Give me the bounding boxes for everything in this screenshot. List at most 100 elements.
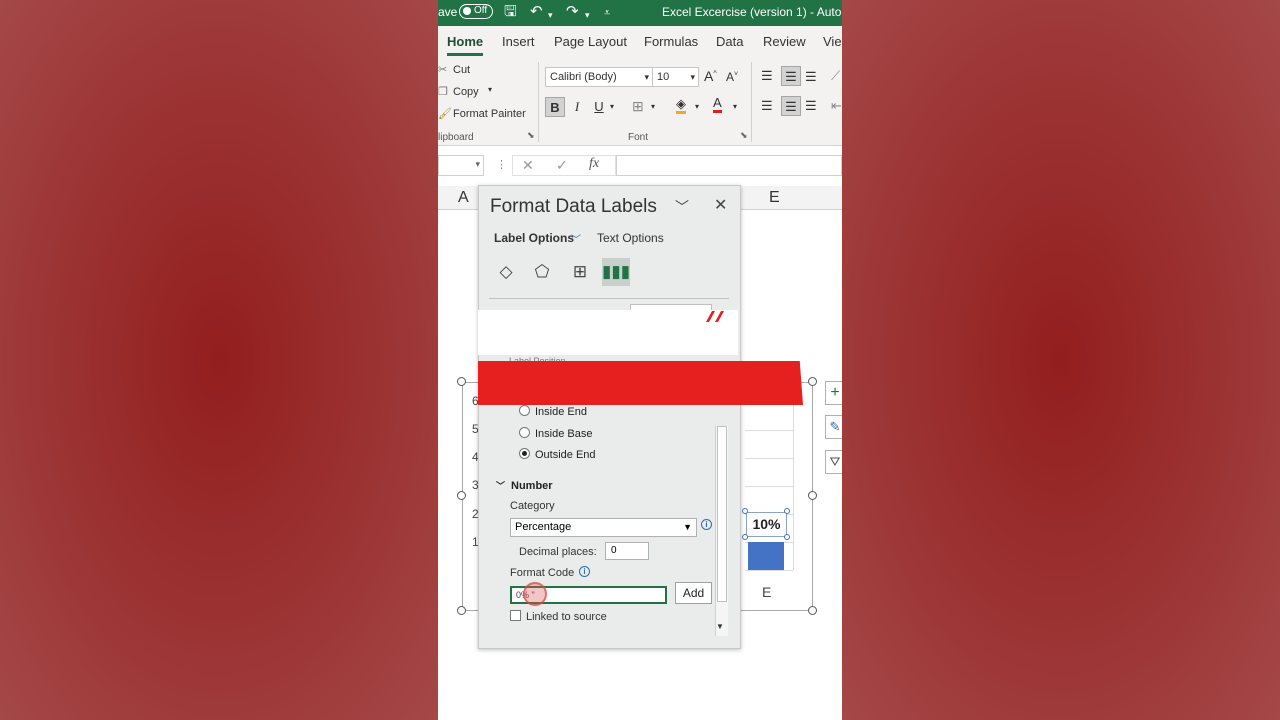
chart-styles-icon[interactable]: ✎: [825, 415, 842, 439]
indent-icon[interactable]: ⇤: [831, 98, 842, 114]
cut-icon[interactable]: ✂: [438, 63, 447, 76]
chart-resize-handle[interactable]: [808, 491, 817, 500]
position-inside-base[interactable]: Inside Base: [519, 427, 592, 440]
radio-button[interactable]: [519, 427, 530, 438]
label-handle[interactable]: [784, 534, 790, 540]
pane-scrollbar[interactable]: ▼: [715, 426, 728, 636]
format-painter-icon[interactable]: 🖌: [438, 107, 452, 120]
font-color-dropdown-icon[interactable]: ▾: [733, 102, 737, 111]
add-button[interactable]: Add: [675, 582, 712, 604]
scroll-down-arrow-icon[interactable]: ▼: [716, 622, 724, 631]
label-handle[interactable]: [742, 534, 748, 540]
chevron-down-icon[interactable]: ﹀: [675, 197, 689, 217]
tab-label-options[interactable]: Label Options: [494, 231, 574, 245]
orientation-icon[interactable]: ⟋: [831, 68, 840, 84]
increase-font-icon[interactable]: A^: [704, 68, 717, 84]
chart-elements-button[interactable]: +: [825, 381, 842, 405]
fill-color-dropdown-icon[interactable]: ▾: [695, 102, 699, 111]
number-section-header[interactable]: ﹀ Number: [496, 479, 553, 492]
size-properties-icon[interactable]: ⊞: [566, 258, 594, 286]
cut-button[interactable]: Cut: [453, 64, 470, 76]
tab-formulas[interactable]: Formulas: [644, 34, 698, 49]
category-select[interactable]: Percentage ▼: [510, 518, 697, 537]
insert-function-icon[interactable]: fx: [589, 156, 599, 172]
bold-button[interactable]: B: [545, 97, 565, 117]
borders-icon[interactable]: ⊞: [632, 98, 644, 115]
column-a-header[interactable]: A: [458, 189, 469, 207]
underline-dropdown-icon[interactable]: ▾: [610, 102, 614, 111]
column-e-header[interactable]: E: [769, 189, 780, 207]
align-right-icon[interactable]: ☰: [805, 98, 817, 114]
tab-insert[interactable]: Insert: [502, 34, 535, 49]
checkbox[interactable]: [510, 610, 521, 621]
decimal-places-input[interactable]: 0: [605, 542, 649, 560]
chart-resize-handle[interactable]: [808, 606, 817, 615]
undo-icon[interactable]: ↶: [530, 3, 543, 21]
chart-bar[interactable]: [748, 542, 784, 570]
chart-filter-icon[interactable]: ⛛: [825, 450, 842, 474]
italic-button[interactable]: I: [567, 97, 587, 117]
align-center-icon[interactable]: ☰: [781, 96, 801, 116]
chart-resize-handle[interactable]: [457, 491, 466, 500]
chevron-down-icon[interactable]: ﹀: [571, 231, 581, 246]
copy-button[interactable]: Copy: [453, 86, 479, 98]
align-bottom-icon[interactable]: ☰: [805, 69, 817, 85]
font-launcher-icon[interactable]: ⬊: [740, 130, 748, 141]
position-label: Outside End: [535, 449, 596, 461]
fill-line-icon[interactable]: ◇: [492, 258, 520, 286]
font-name-select[interactable]: Calibri (Body) ▾: [545, 67, 653, 87]
label-options-chart-icon[interactable]: ▮▮▮: [602, 258, 630, 286]
tab-data[interactable]: Data: [716, 34, 743, 49]
formula-bar-grip-icon: ⋮: [496, 159, 507, 171]
save-icon[interactable]: 🖫: [504, 3, 517, 21]
tab-review[interactable]: Review: [763, 34, 806, 49]
font-size-value: 10: [657, 71, 670, 83]
linked-to-source-option[interactable]: Linked to source: [510, 610, 607, 623]
cancel-icon[interactable]: ✕: [522, 157, 534, 174]
format-data-labels-pane: Format Data Labels ﹀ ✕ Label Options ﹀ T…: [478, 185, 741, 649]
tab-text-options[interactable]: Text Options: [597, 231, 664, 245]
label-handle[interactable]: [784, 508, 790, 514]
tab-home[interactable]: Home: [447, 34, 483, 49]
close-icon[interactable]: ✕: [714, 195, 727, 215]
redo-dropdown-icon[interactable]: ▾: [585, 6, 590, 24]
copy-icon[interactable]: ❐: [438, 85, 448, 98]
radio-button[interactable]: [519, 405, 530, 416]
copy-dropdown-icon[interactable]: ▾: [488, 85, 492, 94]
format-painter-button[interactable]: Format Painter: [453, 108, 526, 120]
chart-resize-handle[interactable]: [808, 377, 817, 386]
gridline: [745, 486, 793, 487]
radio-button-selected[interactable]: [519, 448, 530, 459]
font-size-select[interactable]: 10 ▾: [652, 67, 699, 87]
font-color-icon[interactable]: A: [713, 96, 722, 113]
customize-toolbar-icon[interactable]: ⩡: [604, 4, 610, 22]
align-top-icon[interactable]: ☰: [761, 68, 773, 84]
borders-dropdown-icon[interactable]: ▾: [651, 102, 655, 111]
info-icon[interactable]: i: [701, 519, 712, 530]
position-outside-end[interactable]: Outside End: [519, 448, 596, 461]
align-left-icon[interactable]: ☰: [761, 98, 773, 114]
scroll-thumb[interactable]: [717, 426, 727, 602]
decrease-font-icon[interactable]: A˅: [726, 70, 738, 84]
tab-page-layout[interactable]: Page Layout: [554, 34, 627, 49]
info-icon[interactable]: i: [579, 566, 590, 577]
label-handle[interactable]: [742, 508, 748, 514]
effects-icon[interactable]: ⬠: [528, 258, 556, 286]
enter-icon[interactable]: ✓: [556, 157, 568, 174]
underline-button[interactable]: U: [589, 97, 609, 117]
tab-view[interactable]: Vie: [823, 34, 842, 49]
chart-resize-handle[interactable]: [457, 606, 466, 615]
formula-input[interactable]: [616, 155, 842, 176]
chevron-down-icon: ▾: [644, 72, 649, 82]
chart-resize-handle[interactable]: [457, 377, 466, 386]
clipboard-launcher-icon[interactable]: ⬊: [527, 130, 535, 141]
redo-icon[interactable]: ↷: [566, 3, 579, 21]
name-box[interactable]: ▾: [438, 155, 484, 176]
align-middle-icon[interactable]: ☰: [781, 66, 801, 86]
fill-color-icon[interactable]: ◈: [676, 97, 686, 114]
data-label[interactable]: 10%: [746, 512, 787, 537]
autosave-toggle[interactable]: Off: [459, 4, 493, 19]
undo-dropdown-icon[interactable]: ▾: [548, 6, 553, 24]
pane-title: Format Data Labels: [490, 196, 657, 217]
position-inside-end[interactable]: Inside End: [519, 405, 587, 418]
